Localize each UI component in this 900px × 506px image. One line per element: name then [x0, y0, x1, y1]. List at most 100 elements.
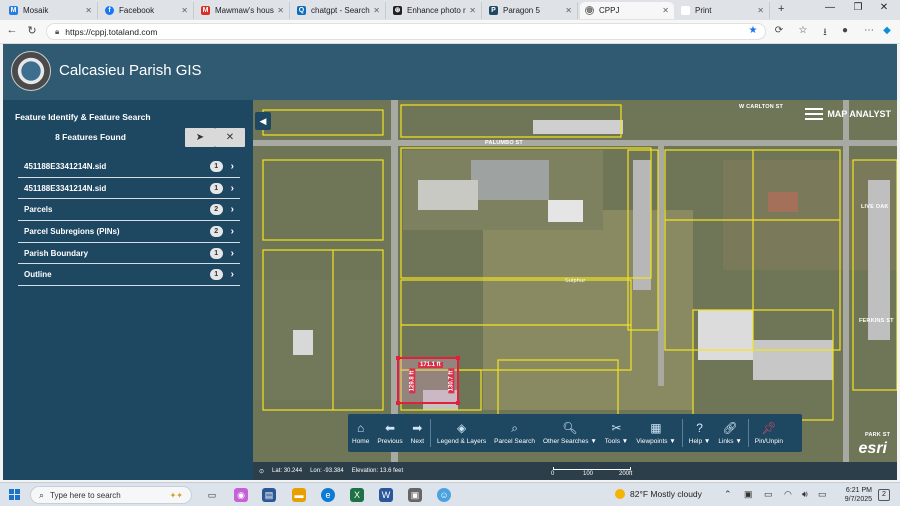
search-icon: ⌕ — [39, 489, 45, 500]
tab-cppj[interactable]: ◍ CPPJ ✕ — [580, 2, 674, 19]
close-icon[interactable]: ✕ — [181, 6, 188, 15]
tab-chatgpt-search[interactable]: Q chatgpt - Search ✕ — [292, 2, 386, 19]
parcel-search-icon: ⌕ — [511, 420, 518, 435]
close-icon[interactable]: ✕ — [757, 6, 764, 15]
windows-start-icon[interactable] — [9, 489, 21, 501]
list-item[interactable]: Parcel Subregions (PINs) 2 › — [18, 221, 240, 243]
other-searches-button[interactable]: 🔍︎ Other Searches ▼ — [539, 414, 601, 452]
list-item[interactable]: Parish Boundary 1 › — [18, 243, 240, 265]
copilot-app-icon[interactable]: ◉ — [234, 488, 248, 502]
address-bar[interactable]: 🔒︎ https://cppj.totaland.com — [46, 23, 766, 40]
favorites-icon[interactable]: ☆ — [796, 25, 810, 36]
legend-layers-button[interactable]: ◈ Legend & Layers — [433, 414, 490, 452]
close-window-icon[interactable]: ✕ — [872, 2, 896, 13]
system-clock[interactable]: 6:21 PM 9/7/2025 — [832, 486, 872, 504]
chevron-up-icon[interactable]: ⌃ — [724, 489, 732, 500]
latitude-text: Lat: 30.244 — [272, 468, 303, 474]
list-item[interactable]: Outline 1 › — [18, 264, 240, 287]
excel-icon[interactable]: X — [350, 488, 364, 502]
pin-unpin-button[interactable]: 📌︎ Pin/Unpin — [751, 414, 787, 452]
edge-icon[interactable]: e — [321, 488, 335, 502]
help-button[interactable]: ? Help ▼ — [685, 414, 715, 452]
close-icon[interactable]: ✕ — [85, 6, 92, 15]
refresh-page-icon[interactable]: ⟳ — [772, 25, 786, 36]
chevron-left-icon: ◀ — [259, 116, 267, 126]
list-item[interactable]: 451188E3341214N.sid 1 › — [18, 156, 240, 178]
word-icon[interactable]: W — [379, 488, 393, 502]
tools-button[interactable]: ✂ Tools ▼ — [601, 414, 632, 452]
tab-print[interactable]: Print ✕ — [676, 2, 770, 19]
tab-label: Mawmaw's house — [215, 6, 275, 15]
tab-label: Enhance photo re — [407, 6, 467, 15]
tab-mawmaw[interactable]: M Mawmaw's house ✕ — [196, 2, 290, 19]
map-view[interactable]: ◀ MAP ANALYST PALUMBO ST W CARLTON ST Su… — [253, 100, 897, 480]
notification-badge[interactable]: 2 — [878, 489, 890, 501]
tab-mosaik[interactable]: M Mosaik ✕ — [4, 2, 98, 19]
browser-toolbar: ← ↻ 🔒︎ https://cppj.totaland.com ★ ⟳ ☆ ⭳… — [0, 20, 900, 44]
chevron-right-icon: › — [230, 269, 234, 281]
home-button[interactable]: ⌂ Home — [348, 414, 373, 452]
browser-window: M Mosaik ✕ f Facebook ✕ M Mawmaw's house… — [0, 0, 900, 506]
count-badge: 2 — [209, 204, 223, 216]
next-button[interactable]: ➡ Next — [407, 414, 428, 452]
downloads-icon[interactable]: ⭳ — [818, 25, 832, 42]
clear-button[interactable]: ✕ — [215, 128, 245, 147]
scale-bar: 0 100 200ft — [551, 464, 633, 478]
close-icon[interactable]: ✕ — [277, 6, 284, 15]
display-icon[interactable]: ▭ — [764, 489, 773, 500]
tool-label: Legend & Layers — [437, 437, 487, 445]
refresh-icon[interactable]: ↻ — [24, 24, 40, 37]
url-text: https://cppj.totaland.com — [65, 26, 158, 37]
tool-label: Pin/Unpin — [754, 437, 783, 445]
navigate-arrow-icon: ➤ — [195, 132, 205, 143]
network-icon[interactable]: ▣ — [744, 489, 753, 500]
scale-line — [553, 467, 631, 470]
wifi-icon[interactable]: ◠ — [784, 489, 792, 500]
collapse-panel-button[interactable]: ◀ — [255, 112, 271, 130]
feature-list: 451188E3341214N.sid 1 › 451188E3341214N.si… — [18, 156, 240, 287]
home-icon: ⌂ — [357, 420, 365, 435]
count-badge: 1 — [209, 160, 223, 172]
tab-facebook[interactable]: f Facebook ✕ — [100, 2, 194, 19]
panel-title: Feature Identify & Feature Search — [15, 112, 151, 122]
taskbar-search-box[interactable]: ⌕ Type here to search ✦✦ — [30, 486, 192, 504]
weather-widget[interactable]: 82°F Mostly cloudy — [615, 489, 702, 499]
tab-paragon[interactable]: P Paragon 5 ✕ — [484, 2, 578, 19]
lock-icon: 🔒︎ — [55, 26, 60, 36]
tool-label: Next — [410, 437, 425, 445]
toolbar-divider — [430, 419, 432, 447]
close-icon[interactable]: ✕ — [662, 6, 669, 15]
street-label: PARK ST — [865, 432, 891, 438]
tab-enhance[interactable]: ⊛ Enhance photo re ✕ — [388, 2, 482, 19]
viewpoints-icon: ▦ — [650, 420, 662, 435]
links-button[interactable]: 🔗︎ Links ▼ — [714, 414, 745, 452]
back-icon[interactable]: ← — [4, 24, 20, 36]
battery-icon[interactable]: ▭ — [818, 489, 827, 500]
minimize-icon[interactable]: — — [818, 2, 842, 13]
close-icon[interactable]: ✕ — [565, 6, 572, 15]
app-smile-icon[interactable]: ☺ — [437, 488, 451, 502]
copilot-icon[interactable]: ◆ — [880, 25, 894, 36]
tab-label: Mosaik — [23, 6, 49, 15]
previous-button[interactable]: ⬅ Previous — [373, 414, 406, 452]
list-item[interactable]: Parcels 2 › — [18, 199, 240, 222]
close-icon[interactable]: ✕ — [373, 6, 380, 15]
app-icon[interactable]: ▣ — [408, 488, 422, 502]
menu-icon[interactable]: ⋯ — [862, 25, 876, 36]
chatgpt-icon: ⊛ — [393, 6, 402, 15]
viewpoints-button[interactable]: ▦ Viewpoints ▼ — [632, 414, 680, 452]
restore-icon[interactable]: ❐ — [846, 2, 870, 13]
favorite-star-icon[interactable]: ★ — [746, 25, 760, 36]
volume-icon[interactable]: 🔊︎ — [802, 489, 808, 500]
file-explorer-icon[interactable]: ▬ — [292, 488, 306, 502]
list-item[interactable]: 451188E3341214N.sid 1 › — [18, 178, 240, 200]
avatar[interactable]: ● — [838, 25, 852, 36]
store-icon[interactable]: ▤ — [262, 488, 276, 502]
new-tab-icon[interactable]: + — [778, 3, 784, 15]
parcel-search-button[interactable]: ⌕ Parcel Search — [490, 414, 539, 452]
task-view-icon[interactable]: ▭ — [205, 488, 219, 502]
scale-label: 100 — [583, 471, 594, 477]
close-icon[interactable]: ✕ — [469, 6, 476, 15]
locate-button[interactable]: ➤ — [185, 128, 215, 147]
chevron-right-icon: › — [230, 182, 234, 194]
